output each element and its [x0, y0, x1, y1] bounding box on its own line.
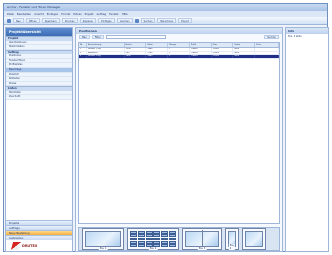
menu-view[interactable]: Ansicht: [34, 13, 44, 16]
cell: 1: [79, 48, 87, 51]
preview-label: Pos. 2: [148, 247, 158, 250]
company-logo: DRUTEX: [6, 240, 72, 251]
mullion-grid: [130, 231, 176, 247]
toolbar-new-button[interactable]: Neu: [13, 18, 24, 23]
glass-pane: [85, 231, 121, 247]
cell: Fenster 2-flg: [87, 55, 125, 58]
menu-project[interactable]: Projekt: [85, 13, 94, 16]
column-header[interactable]: Bezeichnung: [87, 43, 125, 47]
preview-label: Pos. 3: [197, 247, 207, 250]
cell: weiß: [233, 55, 256, 58]
column-header[interactable]: Glas: [212, 43, 234, 47]
menu-tools[interactable]: Extras: [73, 13, 81, 16]
toolbar-paste-button[interactable]: Einfügen: [98, 18, 115, 23]
cell: Classic: [190, 51, 212, 55]
cell: 2-fach: [212, 55, 234, 58]
toolbar-export-button[interactable]: Export: [178, 18, 193, 23]
preview-label: Pos. 4: [228, 244, 236, 250]
menu-file[interactable]: Datei: [7, 13, 14, 16]
cell: Balkontür: [87, 51, 125, 55]
cell: Fenster 1-flg: [87, 48, 125, 51]
menu-edit[interactable]: Bearbeiten: [17, 13, 31, 16]
add-position-button[interactable]: Neu: [79, 34, 90, 40]
title-bar: Archiv - Fenster und Türen Manager: [4, 4, 327, 11]
sash-divider: [202, 230, 203, 248]
cell: Classic: [190, 55, 212, 58]
content-toolbar: Neu Filter Suchen: [76, 34, 282, 40]
filter-button[interactable]: Filter: [91, 34, 104, 40]
cell: 2: [168, 55, 190, 58]
cell: 2180: [146, 51, 169, 55]
right-panel: Info Pos. 3 aktiv: [285, 27, 329, 252]
column-header[interactable]: Breite: [125, 43, 147, 47]
new-icon[interactable]: [7, 18, 11, 23]
logo-mark-icon: [10, 241, 22, 250]
window-preview-strip: Pos. 1 Pos. 2 Pos. 3 Pos. 4: [78, 227, 280, 251]
menu-help[interactable]: Hilfe: [122, 13, 128, 16]
left-panel-title: Projektübersicht: [6, 28, 72, 36]
column-header[interactable]: Höhe: [146, 43, 169, 47]
cell: 1480: [146, 55, 169, 58]
preview-window-4[interactable]: Pos. 4: [225, 228, 239, 250]
column-header[interactable]: Profil: [190, 43, 212, 47]
toolbar-delete-button[interactable]: Löschen: [116, 18, 133, 23]
cell: 3: [79, 55, 87, 58]
cell: 900: [125, 51, 147, 55]
cell: 1: [168, 51, 190, 55]
search-input[interactable]: [105, 35, 166, 39]
menu-order[interactable]: Auftrag: [97, 13, 107, 16]
toolbar-search-button[interactable]: Suchen: [140, 18, 156, 23]
cell: weiß: [233, 51, 256, 55]
app-window: Archiv - Fenster und Türen Manager Datei…: [3, 3, 329, 252]
menu-format[interactable]: Format: [61, 13, 70, 16]
menu-insert[interactable]: Einfügen: [47, 13, 58, 16]
logo-text: DRUTEX: [22, 243, 38, 248]
cell: [255, 55, 279, 58]
cell: [255, 48, 279, 51]
toolbar-calculate-button[interactable]: Berechnen: [157, 18, 177, 23]
preview-window-3[interactable]: Pos. 3: [182, 228, 222, 250]
preview-window-2[interactable]: Pos. 2: [127, 228, 179, 250]
toolbar-print-button[interactable]: Drucken: [61, 18, 78, 23]
column-header[interactable]: Menge: [168, 43, 190, 47]
cell: 2-fach: [212, 51, 234, 55]
column-header[interactable]: Farbe: [233, 43, 256, 47]
cell: 1230: [125, 48, 147, 51]
cell: Classic: [190, 48, 212, 51]
nav-item[interactable]: Zuschnitt: [6, 95, 72, 101]
main-content: Positionen Neu Filter Suchen Nr Bezeichn…: [75, 27, 283, 252]
search-button[interactable]: Suchen: [264, 34, 279, 40]
toolbar-open-button[interactable]: Öffnen: [25, 18, 40, 23]
preview-window-1[interactable]: Pos. 1: [82, 228, 124, 250]
cell: 1480: [146, 48, 169, 51]
toolbar-save-button[interactable]: Speichern: [41, 18, 60, 23]
preview-label: Pos. 1: [98, 247, 108, 250]
cell: 2-fach: [212, 48, 234, 51]
main-toolbar: Neu Öffnen Speichern Drucken Kopieren Ei…: [4, 17, 327, 25]
info-item: Pos. 3 aktiv: [288, 35, 302, 38]
positions-table: Nr Bezeichnung Breite Höhe Menge Profil …: [78, 42, 280, 224]
column-header[interactable]: Nr: [79, 43, 87, 47]
preview-window-5[interactable]: [242, 228, 266, 250]
search-icon[interactable]: [134, 18, 139, 23]
cell: [255, 51, 279, 55]
left-bottom-nav: Projekte Aufträge Neue Bestellung Liefer…: [6, 220, 72, 251]
toolbar-copy-button[interactable]: Kopieren: [79, 18, 97, 23]
table-row-selected[interactable]: 3 Fenster 2-flg 1600 1480 2 Classic 2-fa…: [79, 55, 279, 59]
cell: 2: [79, 51, 87, 55]
cell: weiß: [233, 48, 256, 51]
cell: 1: [168, 48, 190, 51]
left-panel: Projektübersicht Projekt Alle Positionen…: [5, 27, 73, 252]
column-header[interactable]: Preis: [255, 43, 279, 47]
menu-window[interactable]: Fenster: [109, 13, 119, 16]
glass-pane: [245, 231, 263, 247]
cell: 1600: [125, 55, 147, 58]
